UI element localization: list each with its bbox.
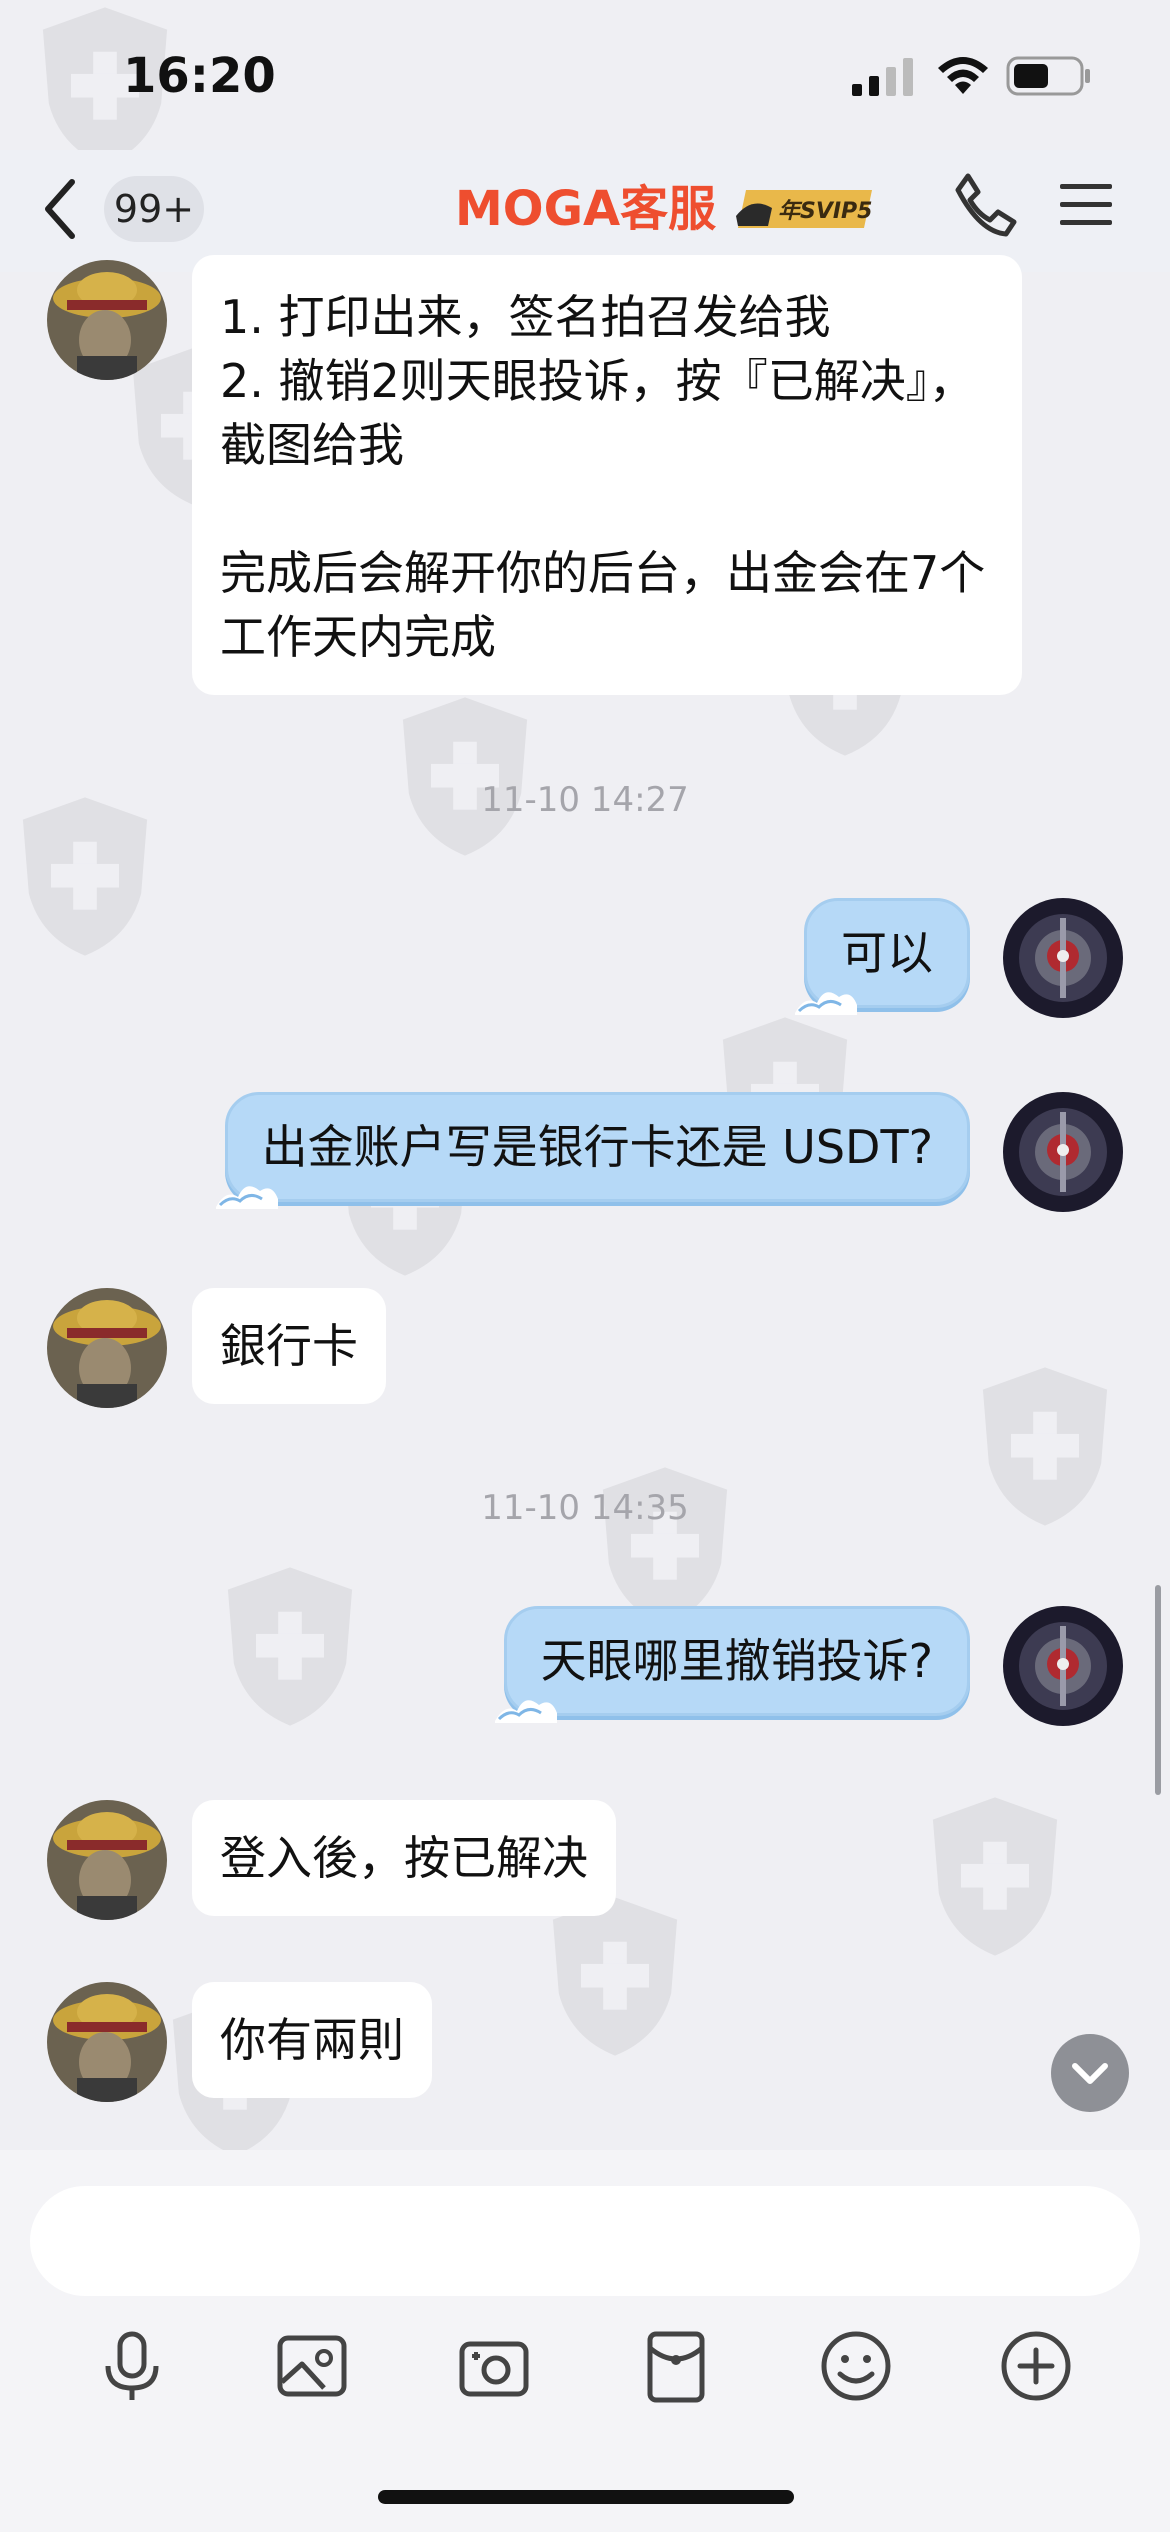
avatar[interactable] (1003, 898, 1123, 1018)
microphone-icon[interactable] (92, 2326, 172, 2406)
scroll-to-bottom-button[interactable] (1051, 2034, 1129, 2112)
red-packet-icon[interactable] (636, 2326, 716, 2406)
shield-watermark-icon (215, 1560, 365, 1730)
phone-icon[interactable] (950, 170, 1020, 240)
message-text: 可以 (841, 926, 933, 980)
message-bubble-outgoing: 出金账户写是银行卡还是 USDT? (215, 1092, 970, 1209)
svip-badge: 年SVIP5 (732, 186, 880, 232)
home-indicator[interactable] (378, 2490, 794, 2504)
signal-icon (852, 58, 916, 96)
avatar[interactable] (1003, 1606, 1123, 1726)
message-bubble-incoming: 銀行卡 (192, 1288, 386, 1404)
message-bubble-incoming: 登入後，按已解决 (192, 1800, 616, 1916)
shield-watermark-icon (390, 690, 540, 860)
wave-decoration-icon (494, 1700, 557, 1723)
message-input[interactable] (30, 2186, 1140, 2296)
chevron-down-icon (1072, 2063, 1108, 2084)
emoji-icon[interactable] (816, 2326, 896, 2406)
message-bubble-incoming: 1. 打印出来，签名拍召发给我 2. 撤销2则天眼投诉，按『已解决』，截图给我 … (192, 255, 1022, 695)
avatar[interactable] (47, 1288, 167, 1408)
wifi-icon (935, 52, 991, 96)
chevron-left-icon[interactable] (40, 176, 80, 242)
camera-icon[interactable] (454, 2326, 534, 2406)
shield-watermark-icon (920, 1790, 1070, 1960)
menu-icon[interactable] (1060, 180, 1112, 230)
message-text: 出金账户写是银行卡还是 USDT? (261, 1120, 933, 1174)
wave-decoration-icon (215, 1186, 278, 1209)
status-bar: 16:20 (0, 0, 1170, 150)
unread-count-badge[interactable]: 99+ (104, 176, 204, 242)
message-text: 天眼哪里撤销投诉? (540, 1634, 933, 1688)
avatar[interactable] (47, 1800, 167, 1920)
image-icon[interactable] (272, 2326, 352, 2406)
svip-badge-text: 年SVIP5 (778, 198, 873, 224)
message-bubble-outgoing: 天眼哪里撤销投诉? (494, 1606, 970, 1723)
message-bubble-incoming: 你有兩則 (192, 1982, 432, 2098)
message-bubble-outgoing: 可以 (795, 898, 970, 1015)
timestamp: 11-10 14:27 (481, 780, 689, 820)
battery-icon (1006, 56, 1092, 96)
status-time: 16:20 (123, 48, 276, 104)
avatar[interactable] (47, 1982, 167, 2102)
scrollbar[interactable] (1155, 1585, 1161, 1795)
avatar[interactable] (1003, 1092, 1123, 1212)
chat-title: MOGA客服 (455, 181, 717, 237)
plus-icon[interactable] (996, 2326, 1076, 2406)
avatar[interactable] (47, 260, 167, 380)
timestamp: 11-10 14:35 (481, 1488, 689, 1528)
wave-decoration-icon (795, 992, 857, 1015)
shield-watermark-icon (590, 1460, 740, 1630)
